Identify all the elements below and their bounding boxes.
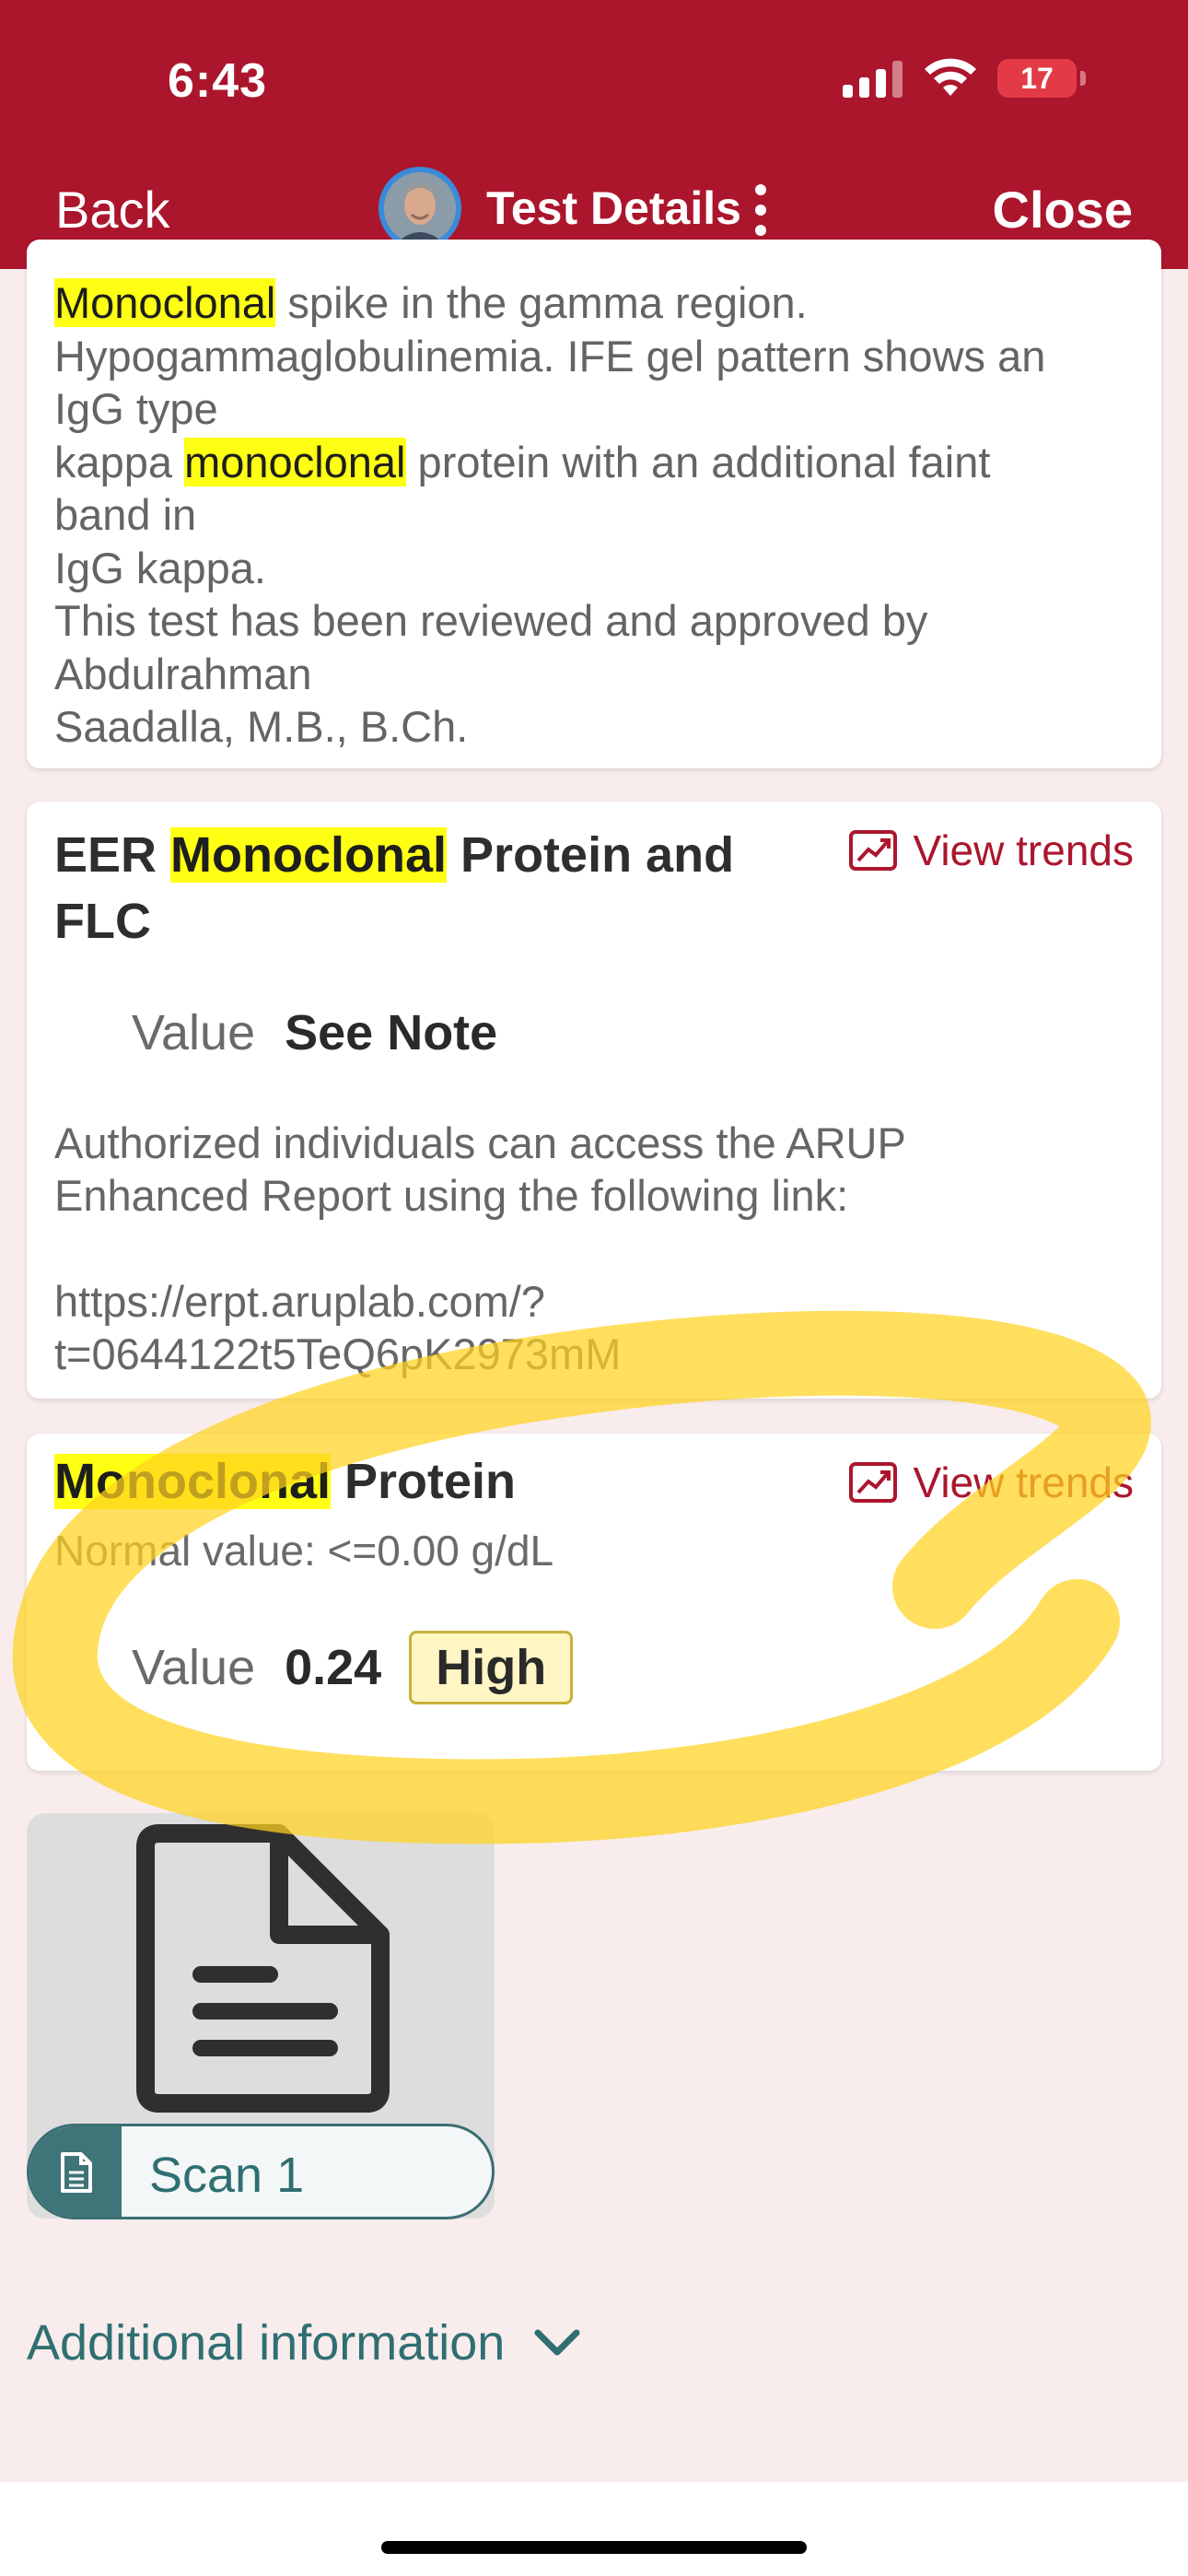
trend-chart-icon xyxy=(849,830,898,871)
eer-test-card: EER Monoclonal Protein and FLC View trend… xyxy=(27,802,1161,1399)
report-link[interactable]: https://erpt.aruplab.com/? t=0644122t5Te… xyxy=(54,1275,621,1380)
report-line: Abdulrahman xyxy=(54,649,312,698)
battery-icon: 17 xyxy=(997,59,1077,98)
report-line: This test has been reviewed and approved… xyxy=(54,596,928,645)
report-line: Saadalla, M.B., B.Ch. xyxy=(54,702,469,751)
home-indicator[interactable] xyxy=(381,2541,807,2554)
view-trends-link[interactable]: View trends xyxy=(848,1458,1134,1507)
avatar[interactable] xyxy=(379,167,461,250)
cellular-signal-icon xyxy=(843,61,903,98)
test-title: EER Monoclonal Protein and FLC xyxy=(54,827,735,949)
battery-cap xyxy=(1080,71,1086,86)
report-line: band in xyxy=(54,490,197,539)
status-time: 6:43 xyxy=(168,54,268,108)
trend-chart-icon xyxy=(849,1462,898,1503)
value: 0.24 xyxy=(285,1640,382,1695)
home-indicator-area xyxy=(0,2482,1188,2576)
value-row: Value 0.24 High xyxy=(132,1631,574,1704)
search-highlight: monoclonal xyxy=(184,437,406,486)
report-line: IgG kappa. xyxy=(54,543,266,592)
app-header: 6:43 17 Back Test Details Close xyxy=(0,0,1188,269)
back-button[interactable]: Back xyxy=(55,180,170,240)
wifi-icon xyxy=(925,58,976,96)
page-title: Test Details xyxy=(486,182,741,234)
report-line: kappa monoclonal protein with an additio… xyxy=(54,437,991,486)
additional-information-toggle[interactable]: Additional information xyxy=(27,2314,582,2371)
monoclonal-protein-card: Monoclonal Protein View trends Normal va… xyxy=(27,1434,1161,1771)
scan-label: Scan 1 xyxy=(149,2148,305,2203)
status-badge: High xyxy=(409,1631,574,1704)
value-label: Value xyxy=(132,1005,256,1060)
interpretation-card: Monoclonal spike in the gamma region. Hy… xyxy=(27,240,1161,768)
close-button[interactable]: Close xyxy=(993,180,1134,240)
value-label: Value xyxy=(132,1640,256,1695)
more-menu-icon[interactable] xyxy=(755,184,768,236)
report-line: IgG type xyxy=(54,384,218,433)
search-highlight: Monoclonal xyxy=(170,827,448,883)
view-trends-link[interactable]: View trends xyxy=(848,825,1134,875)
search-highlight: Monoclonal xyxy=(54,1454,331,1509)
test-title: Monoclonal Protein xyxy=(54,1454,517,1509)
file-icon xyxy=(29,2126,122,2217)
normal-range: Normal value: <=0.00 g/dL xyxy=(54,1527,554,1575)
report-note: Authorized individuals can access the AR… xyxy=(54,1118,906,1220)
report-line: Monoclonal spike in the gamma region. xyxy=(54,278,808,327)
additional-information-label: Additional information xyxy=(27,2315,506,2371)
document-icon xyxy=(136,1824,390,2113)
search-highlight: Monoclonal xyxy=(54,278,276,327)
value: See Note xyxy=(285,1005,498,1060)
chevron-down-icon xyxy=(534,2329,580,2356)
value-row: Value See Note xyxy=(132,1004,497,1061)
battery-level: 17 xyxy=(1020,62,1054,95)
scan-attachment-button[interactable]: Scan 1 xyxy=(27,2124,495,2219)
report-line: Hypogammaglobulinemia. IFE gel pattern s… xyxy=(54,331,1046,381)
